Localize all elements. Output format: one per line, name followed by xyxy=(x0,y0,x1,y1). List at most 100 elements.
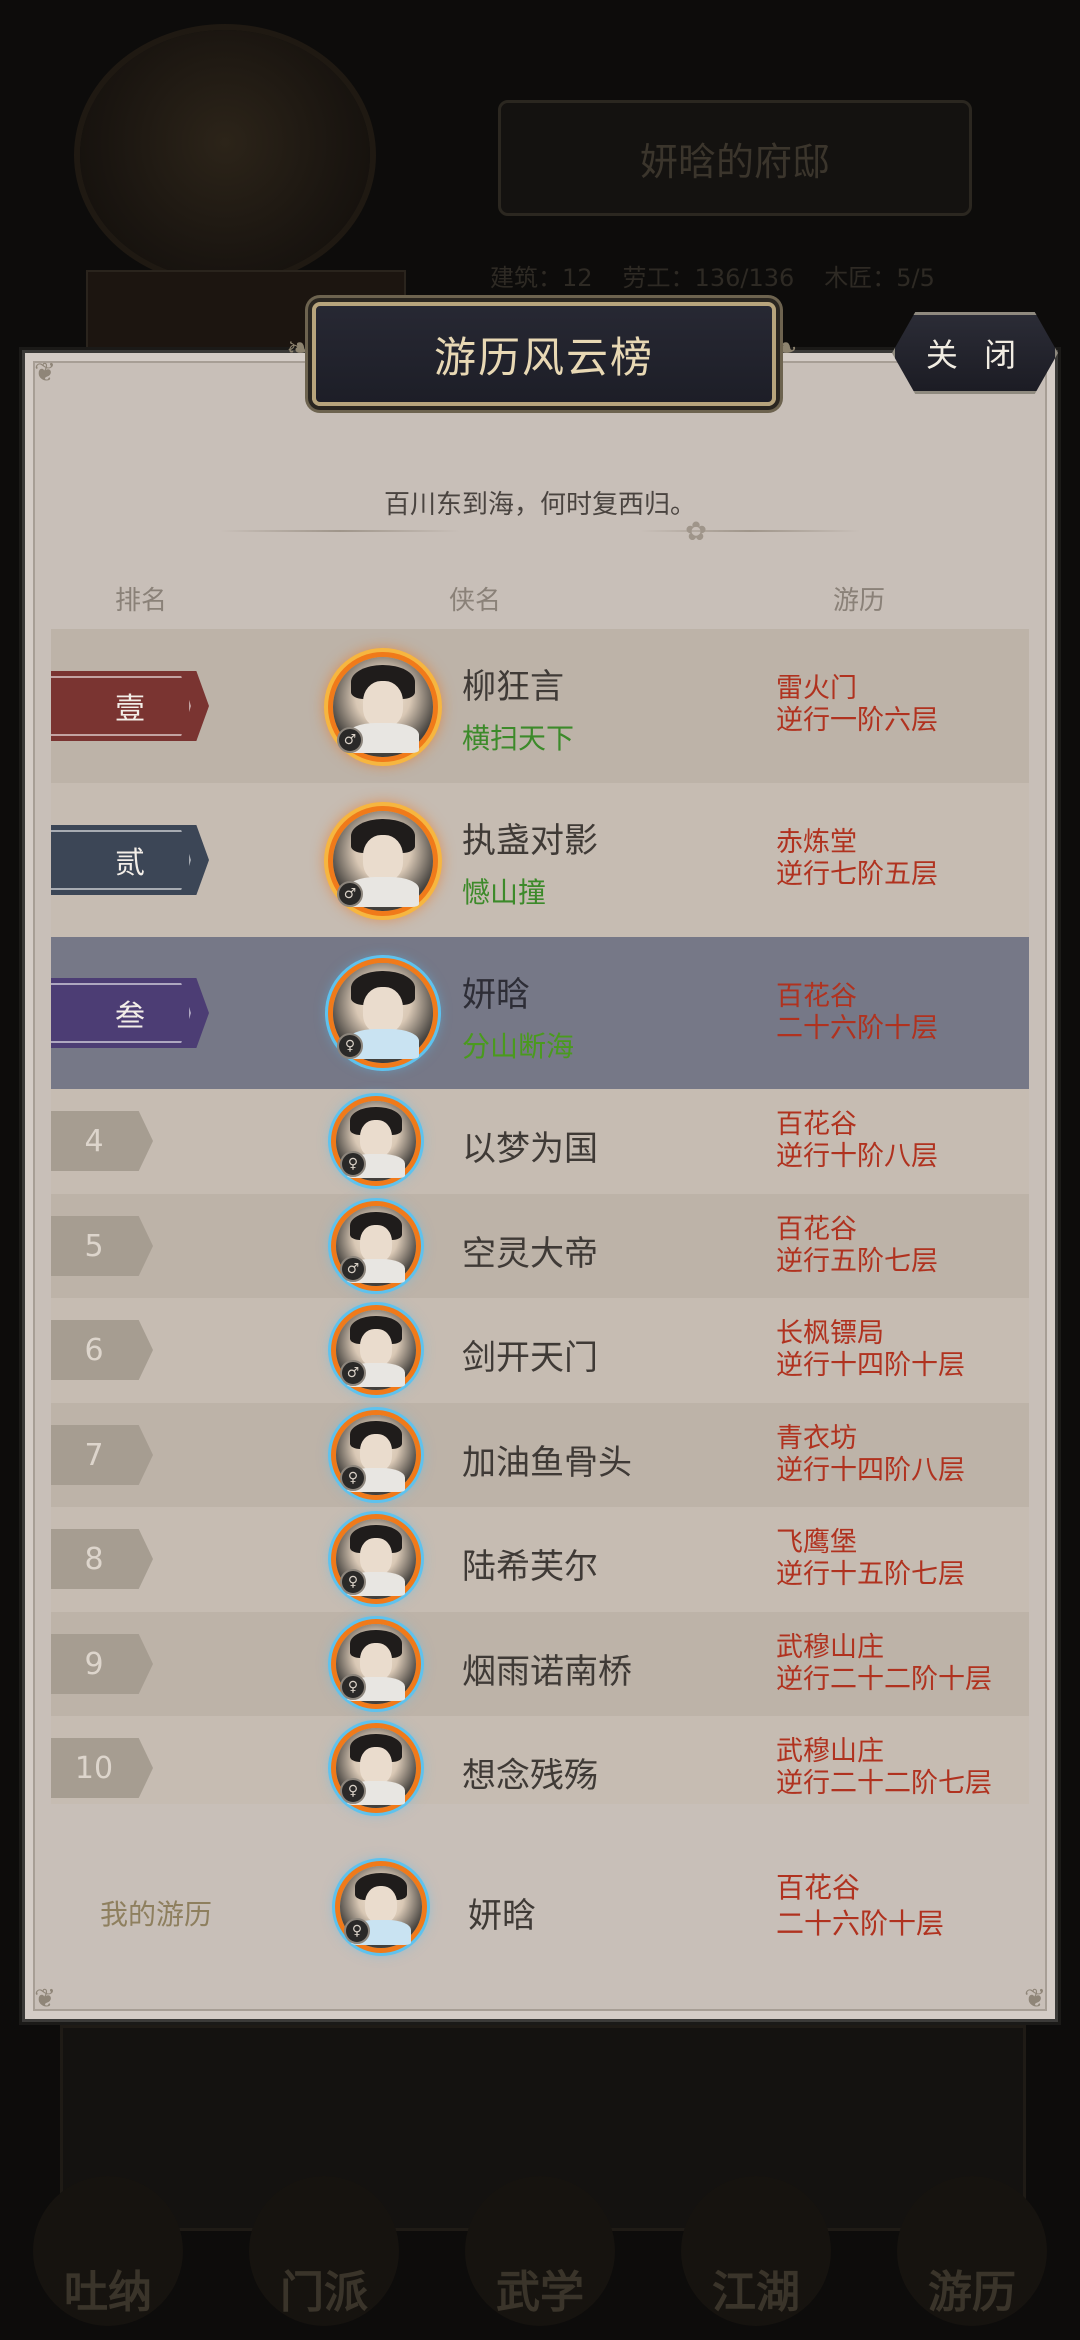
player-avatar: ♂ xyxy=(336,1310,416,1390)
my-sect: 百花谷 xyxy=(776,1871,861,1904)
player-avatar: ♀ xyxy=(336,1728,416,1808)
my-avatar: ♀ xyxy=(340,1866,422,1948)
header-rank: 排名 xyxy=(115,586,168,616)
corner-ornament-icon: ❦ xyxy=(1024,1984,1046,2014)
nav-martial[interactable]: 武学 xyxy=(465,2176,615,2326)
rank-badge: 8 xyxy=(51,1529,153,1589)
stat-laborers: 劳工：136/136 xyxy=(622,264,795,292)
player-name: 以梦为国 xyxy=(462,1129,598,1169)
player-avatar: ♂ xyxy=(333,811,433,911)
leaderboard-row[interactable]: 贰 ♂ 执盏对影 憾山撞 赤炼堂 逆行七阶五层 xyxy=(51,783,1029,937)
player-progress: 逆行五阶七层 xyxy=(776,1246,938,1277)
gender-female-icon: ♀ xyxy=(337,1033,363,1059)
player-progress: 逆行二十二阶十层 xyxy=(776,1664,992,1695)
player-progress: 逆行十四阶十层 xyxy=(776,1350,965,1381)
my-name: 妍晗 xyxy=(468,1896,536,1936)
gender-female-icon: ♀ xyxy=(340,1778,366,1804)
dialog-title: 游历风云榜 xyxy=(312,302,776,406)
rank-badge: 9 xyxy=(51,1634,153,1694)
player-title: 横扫天下 xyxy=(462,722,575,755)
player-title: 分山断海 xyxy=(462,1030,575,1063)
player-sect: 百花谷 xyxy=(776,1214,857,1245)
player-sect: 武穆山庄 xyxy=(776,1632,884,1663)
stat-buildings: 建筑：12 xyxy=(490,264,593,292)
player-avatar: ♀ xyxy=(336,1519,416,1599)
player-sect: 雷火门 xyxy=(776,673,857,704)
subtitle-poem: 百川东到海，何时复西归。 xyxy=(383,490,696,520)
player-name: 加油鱼骨头 xyxy=(462,1443,632,1483)
player-name: 想念残殇 xyxy=(462,1756,598,1796)
divider xyxy=(220,530,460,532)
my-progress: 二十六阶十层 xyxy=(776,1907,945,1940)
rank-badge: 壹 xyxy=(51,671,209,741)
leaderboard-row-self[interactable]: 叁 ♀ 妍晗 分山断海 百花谷 二十六阶十层 xyxy=(51,937,1029,1089)
leaderboard-row[interactable]: 10 ♀ 想念残殇 武穆山庄 逆行二十二阶七层 xyxy=(51,1716,1029,1808)
player-progress: 二十六阶十层 xyxy=(776,1013,938,1044)
gender-female-icon: ♀ xyxy=(340,1569,366,1595)
rank-badge: 10 xyxy=(51,1738,153,1798)
gender-male-icon: ♂ xyxy=(340,1360,366,1386)
player-sect: 赤炼堂 xyxy=(776,827,857,858)
rank-badge: 4 xyxy=(51,1111,153,1171)
leaderboard-row[interactable]: 7 ♀ 加油鱼骨头 青衣坊 逆行十四阶八层 xyxy=(51,1403,1029,1508)
player-avatar: ♂ xyxy=(333,657,433,757)
gender-male-icon: ♂ xyxy=(337,727,363,753)
player-name: 陆希芙尔 xyxy=(462,1547,598,1587)
stat-carpenters: 木匠：5/5 xyxy=(824,264,935,292)
gender-female-icon: ♀ xyxy=(340,1674,366,1700)
player-progress: 逆行十阶八层 xyxy=(776,1141,938,1172)
close-button[interactable]: 关 闭 xyxy=(892,312,1058,394)
leaderboard-row[interactable]: 5 ♂ 空灵大帝 百花谷 逆行五阶七层 xyxy=(51,1194,1029,1299)
title-ornament-left-icon: ❧ xyxy=(286,331,312,366)
player-name: 空灵大帝 xyxy=(462,1234,598,1274)
player-name: 执盏对影 xyxy=(462,821,598,861)
leaderboard-row[interactable]: 壹 ♂ 柳狂言 横扫天下 雷火门 逆行一阶六层 xyxy=(51,629,1029,783)
player-sect: 百花谷 xyxy=(776,1109,857,1140)
bottom-nav: 吐纳 门派 武学 江湖 游历 xyxy=(0,2175,1080,2340)
player-title: 憾山撞 xyxy=(462,876,547,909)
player-progress: 逆行一阶六层 xyxy=(776,705,938,736)
leaderboard-row[interactable]: 8 ♀ 陆希芙尔 飞鹰堡 逆行十五阶七层 xyxy=(51,1507,1029,1612)
nav-breathing[interactable]: 吐纳 xyxy=(33,2176,183,2326)
rank-badge: 叁 xyxy=(51,978,209,1048)
player-avatar: ♀ xyxy=(336,1415,416,1495)
mansion-stats: 建筑：12 劳工：136/136 木匠：5/5 xyxy=(490,258,1010,298)
gender-female-icon: ♀ xyxy=(340,1151,366,1177)
player-progress: 逆行二十二阶七层 xyxy=(776,1768,992,1799)
player-avatar: ♂ xyxy=(336,1206,416,1286)
player-name: 烟雨诺南桥 xyxy=(462,1652,632,1692)
rank-badge: 6 xyxy=(51,1320,153,1380)
mansion-emblem xyxy=(80,30,370,280)
gender-female-icon: ♀ xyxy=(344,1918,370,1944)
header-name: 侠名 xyxy=(449,586,502,616)
leaderboard-row[interactable]: 6 ♂ 剑开天门 长枫镖局 逆行十四阶十层 xyxy=(51,1298,1029,1403)
player-name: 妍晗 xyxy=(462,975,530,1015)
player-sect: 青衣坊 xyxy=(776,1423,857,1454)
gender-female-icon: ♀ xyxy=(340,1465,366,1491)
mansion-title: 妍晗的府邸 xyxy=(498,100,972,216)
nav-travel[interactable]: 游历 xyxy=(897,2176,1047,2326)
player-name: 柳狂言 xyxy=(462,667,564,707)
player-name: 剑开天门 xyxy=(462,1338,598,1378)
nav-sect[interactable]: 门派 xyxy=(249,2176,399,2326)
player-progress: 逆行十五阶七层 xyxy=(776,1559,965,1590)
divider-ornament-icon: ✿ xyxy=(685,517,707,547)
corner-ornament-icon: ❦ xyxy=(34,1984,56,2014)
player-sect: 飞鹰堡 xyxy=(776,1527,857,1558)
leaderboard-row[interactable]: 9 ♀ 烟雨诺南桥 武穆山庄 逆行二十二阶十层 xyxy=(51,1612,1029,1717)
player-sect: 武穆山庄 xyxy=(776,1736,884,1767)
corner-ornament-icon: ❦ xyxy=(34,358,56,388)
gender-male-icon: ♂ xyxy=(337,881,363,907)
leaderboard-row[interactable]: 4 ♀ 以梦为国 百花谷 逆行十阶八层 xyxy=(51,1089,1029,1194)
gender-male-icon: ♂ xyxy=(340,1256,366,1282)
rank-badge: 7 xyxy=(51,1425,153,1485)
player-avatar: ♀ xyxy=(336,1624,416,1704)
player-progress: 逆行十四阶八层 xyxy=(776,1455,965,1486)
rank-badge: 5 xyxy=(51,1216,153,1276)
player-sect: 长枫镖局 xyxy=(776,1318,884,1349)
divider xyxy=(640,530,860,532)
player-avatar: ♀ xyxy=(333,963,433,1063)
my-travel-label: 我的游历 xyxy=(100,1898,213,1931)
nav-jianghu[interactable]: 江湖 xyxy=(681,2176,831,2326)
player-avatar: ♀ xyxy=(336,1101,416,1181)
